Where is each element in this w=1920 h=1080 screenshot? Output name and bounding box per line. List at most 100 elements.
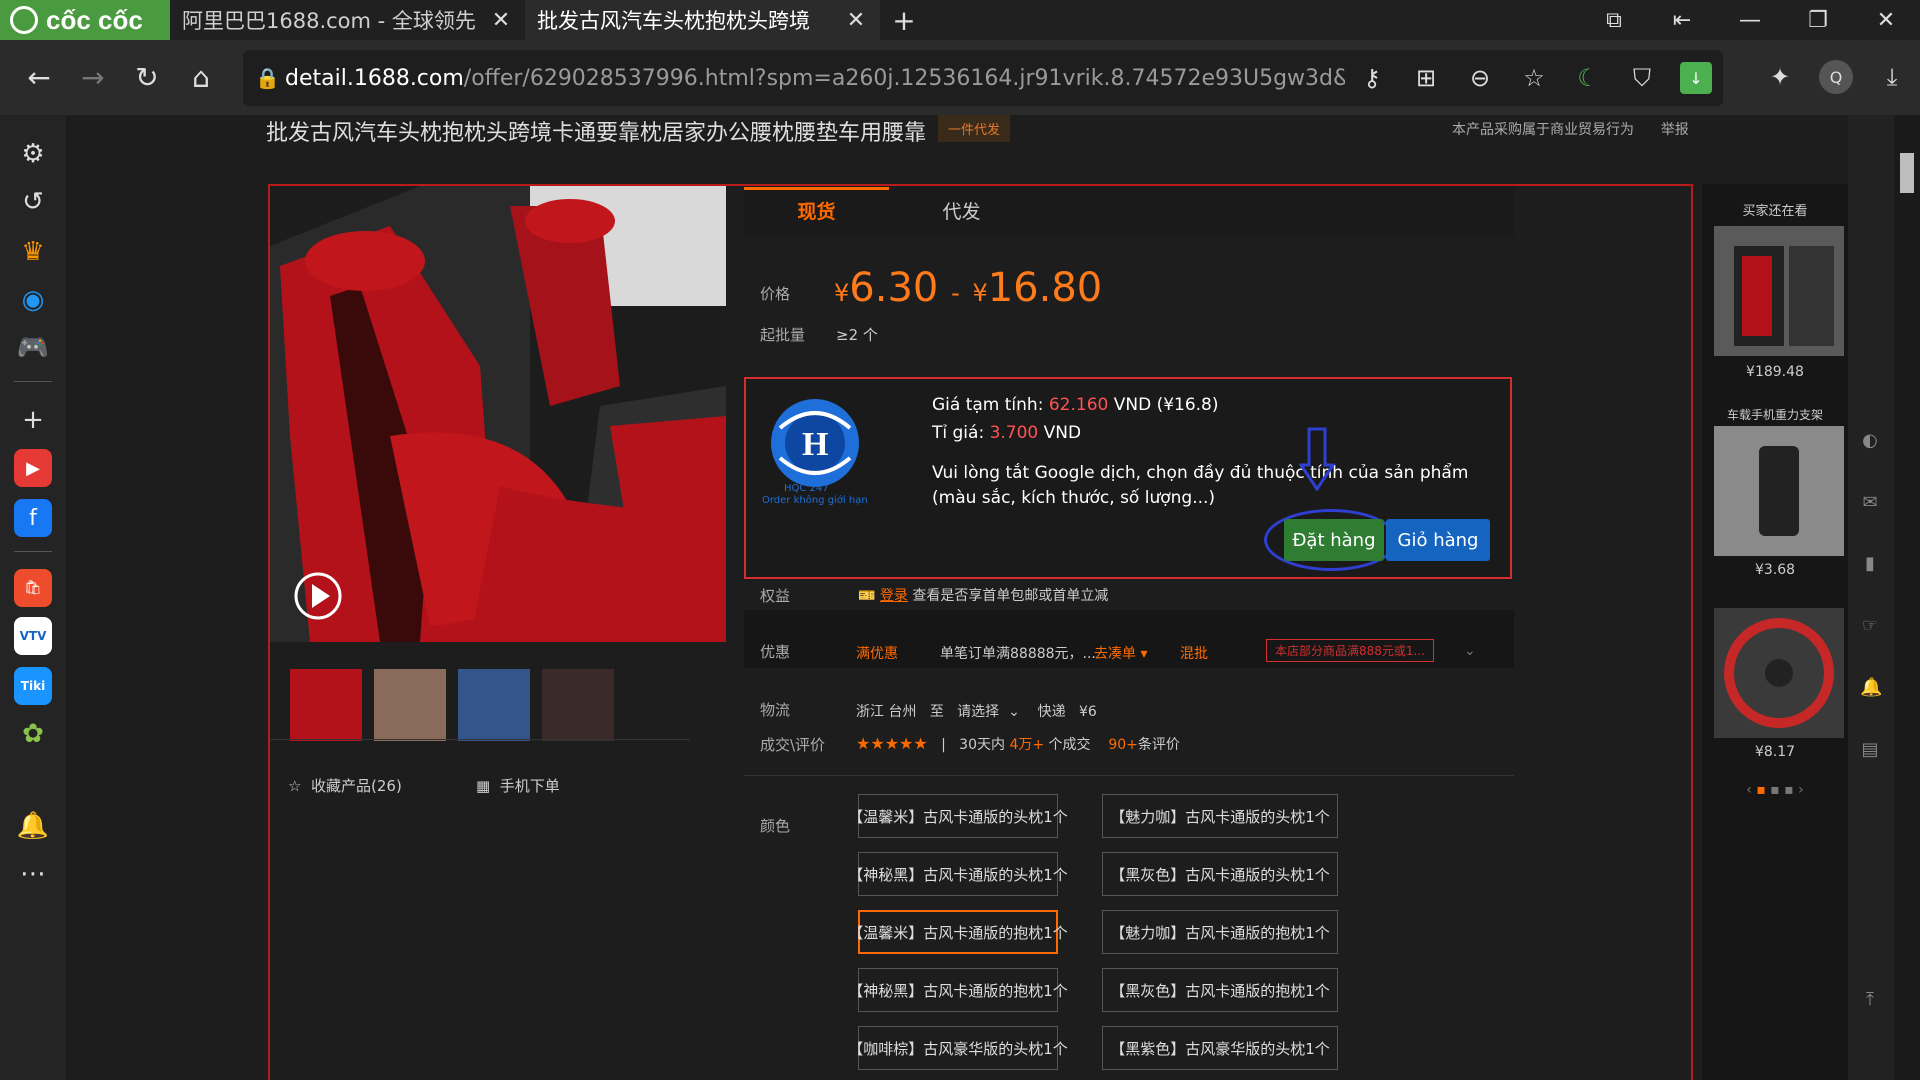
color-option[interactable]: 【神秘黑】古风卡通版的抱枕1个 <box>848 968 1068 1012</box>
color-option[interactable]: 【魅力咖】古风卡通版的头枕1个 <box>1102 794 1338 838</box>
key-icon[interactable]: ⚷ <box>1345 64 1399 92</box>
promo-tag: 满优惠 <box>856 646 898 662</box>
more-icon[interactable]: ⋯ <box>14 855 52 893</box>
offer-tabs: 现货 代发 <box>744 187 1514 237</box>
collect-product[interactable]: ☆ 收藏产品(26) <box>288 775 402 796</box>
dark-mode-icon[interactable]: ☾ <box>1561 64 1615 92</box>
mail-icon[interactable]: ✉ <box>1860 492 1880 513</box>
history-icon[interactable]: ↺ <box>14 183 52 221</box>
tab-title: 阿里巴巴1688.com - 全球领先 <box>182 9 476 33</box>
promo-link-label: 去凑单 <box>1094 646 1136 662</box>
price-label: 价格 <box>760 285 791 303</box>
order-extension-box: H HQC 247 Order không giới hạn Giá tạm t… <box>744 377 1512 579</box>
bookmark-star-icon[interactable]: ☆ <box>1507 64 1561 92</box>
rights-text: 查看是否享首单包邮或首单立减 <box>912 588 1109 604</box>
messenger-icon[interactable]: ◉ <box>14 281 52 319</box>
back-icon[interactable]: ← <box>12 51 66 105</box>
minimize-button[interactable]: — <box>1716 0 1784 40</box>
recommend-image[interactable] <box>1714 608 1844 738</box>
mobile-order[interactable]: ▦ 手机下单 <box>476 775 560 796</box>
close-window-button[interactable]: ✕ <box>1852 0 1920 40</box>
review-count[interactable]: 90+ <box>1108 737 1138 753</box>
scrollbar[interactable] <box>1894 115 1920 1080</box>
back-to-top-icon[interactable]: ⤒ <box>1860 989 1880 1010</box>
sold-suffix: 个成交 <box>1048 737 1091 753</box>
main-product-image[interactable] <box>270 186 726 642</box>
report-link[interactable]: 举报 <box>1661 122 1689 138</box>
recommend-pager[interactable]: ‹ ▪ ▪ ▪ › <box>1702 782 1848 798</box>
login-link[interactable]: 登录 <box>880 588 908 604</box>
youtube-icon[interactable]: ▶ <box>14 449 52 487</box>
shield-icon[interactable]: ⛉ <box>1615 64 1669 92</box>
thumbnail-brown[interactable] <box>374 669 446 741</box>
bookmark-icon[interactable]: ▮ <box>1860 553 1880 574</box>
tab-dropship[interactable]: 代发 <box>889 187 1034 237</box>
zoom-out-icon[interactable]: ⊖ <box>1453 64 1507 92</box>
reload-icon[interactable]: ↻ <box>120 51 174 105</box>
cart-button[interactable]: Giỏ hàng <box>1386 519 1490 561</box>
order-button[interactable]: Đặt hàng <box>1284 519 1384 561</box>
color-option[interactable]: 【咖啡棕】古风豪华版的头枕1个 <box>848 1026 1068 1070</box>
extensions-icon[interactable]: ✦ <box>1752 52 1808 102</box>
thumbnail-red[interactable] <box>290 669 362 741</box>
facebook-icon[interactable]: f <box>14 499 52 537</box>
back-history-icon[interactable]: ⇤ <box>1648 0 1716 40</box>
forward-icon[interactable]: → <box>66 51 120 105</box>
add-icon[interactable]: + <box>14 401 52 439</box>
destination-select[interactable]: 请选择 <box>957 704 999 720</box>
download-extension-icon[interactable]: ↓ <box>1680 62 1712 94</box>
cast-icon[interactable]: ⧉ <box>1580 0 1648 40</box>
color-option[interactable]: 【温馨米】古风卡通版的头枕1个 <box>848 794 1068 838</box>
url-text[interactable]: detail.1688.com/offer/629028537996.html?… <box>285 66 1345 91</box>
color-option[interactable]: 【黑灰色】古风卡通版的头枕1个 <box>1102 852 1338 896</box>
close-tab-icon[interactable]: ✕ <box>844 8 868 33</box>
downloads-icon[interactable]: ⤓ <box>1864 52 1920 102</box>
feedback-icon[interactable]: ☞ <box>1860 615 1880 636</box>
color-label: 颜色 <box>760 817 791 835</box>
sidebar-divider <box>14 551 52 552</box>
color-option[interactable]: 【黑紫色】古风豪华版的头枕1个 <box>1102 1026 1338 1070</box>
mix-banner[interactable]: 本店部分商品满888元或1... <box>1266 639 1434 662</box>
color-option[interactable]: 【黑灰色】古风卡通版的抱枕1个 <box>1102 968 1338 1012</box>
collect-label: 收藏产品(26) <box>311 777 402 795</box>
report-area: 本产品采购属于商业贸易行为 举报 <box>1452 119 1848 139</box>
rating-stars-icon: ★★★★★ <box>856 734 928 753</box>
tab-product[interactable]: e批发古风汽车头枕抱枕头跨境✕ <box>525 0 880 684</box>
expand-chevron-icon[interactable]: ⌄ <box>1464 643 1476 659</box>
address-bar[interactable]: 🔒 detail.1688.com/offer/629028537996.htm… <box>243 50 1723 106</box>
profile-avatar[interactable]: Q <box>1819 60 1853 94</box>
clover-icon[interactable]: ✿ <box>14 715 52 753</box>
color-option-selected[interactable]: 【温馨米】古风卡通版的抱枕1个 <box>848 910 1068 954</box>
scrollbar-thumb[interactable] <box>1900 153 1914 193</box>
home-icon[interactable]: ⌂ <box>174 51 228 105</box>
thumbnail-blue[interactable] <box>458 669 530 741</box>
bell-icon[interactable]: 🔔 <box>1860 677 1882 698</box>
close-tab-icon[interactable]: ✕ <box>489 8 513 33</box>
coccoc-logo[interactable]: cốc cốc <box>0 0 170 40</box>
promo-text: 单笔订单满88888元，... <box>940 646 1096 662</box>
settings-icon[interactable]: ⚙ <box>14 135 52 173</box>
color-option[interactable]: 【神秘黑】古风卡通版的头枕1个 <box>848 852 1068 896</box>
recommend-image[interactable] <box>1714 426 1844 556</box>
tab-1688-home[interactable]: e阿里巴巴1688.com - 全球领先✕ <box>170 0 525 684</box>
restore-button[interactable]: ❐ <box>1784 0 1852 40</box>
color-option[interactable]: 【魅力咖】古风卡通版的抱枕1个 <box>1102 910 1338 954</box>
logistics-label: 物流 <box>760 701 791 719</box>
tab-spot[interactable]: 现货 <box>744 187 889 237</box>
tiki-icon[interactable]: Tiki <box>14 667 52 705</box>
translate-icon[interactable]: ⊞ <box>1399 64 1453 92</box>
vtv-icon[interactable]: VTV <box>14 617 52 655</box>
crown-icon[interactable]: ♛ <box>14 233 52 271</box>
recommend-title: 买家还在看 <box>1742 204 1808 219</box>
new-tab-button[interactable]: + <box>880 0 928 40</box>
service-icon[interactable]: ◐ <box>1860 430 1880 451</box>
recommend-image[interactable] <box>1714 226 1844 356</box>
list-icon[interactable]: ▤ <box>1860 739 1880 760</box>
shopee-icon[interactable]: 🛍 <box>14 569 52 607</box>
moq-label: 起批量 <box>760 326 806 344</box>
thumbnail-black[interactable] <box>542 669 614 741</box>
toolbar-right: ✦ Q ⤓ <box>1752 52 1920 102</box>
promo-link[interactable]: 去凑单 ▾ <box>1094 643 1147 663</box>
game-icon[interactable]: 🎮 <box>14 329 52 367</box>
notification-bell-icon[interactable]: 🔔 <box>14 807 52 845</box>
